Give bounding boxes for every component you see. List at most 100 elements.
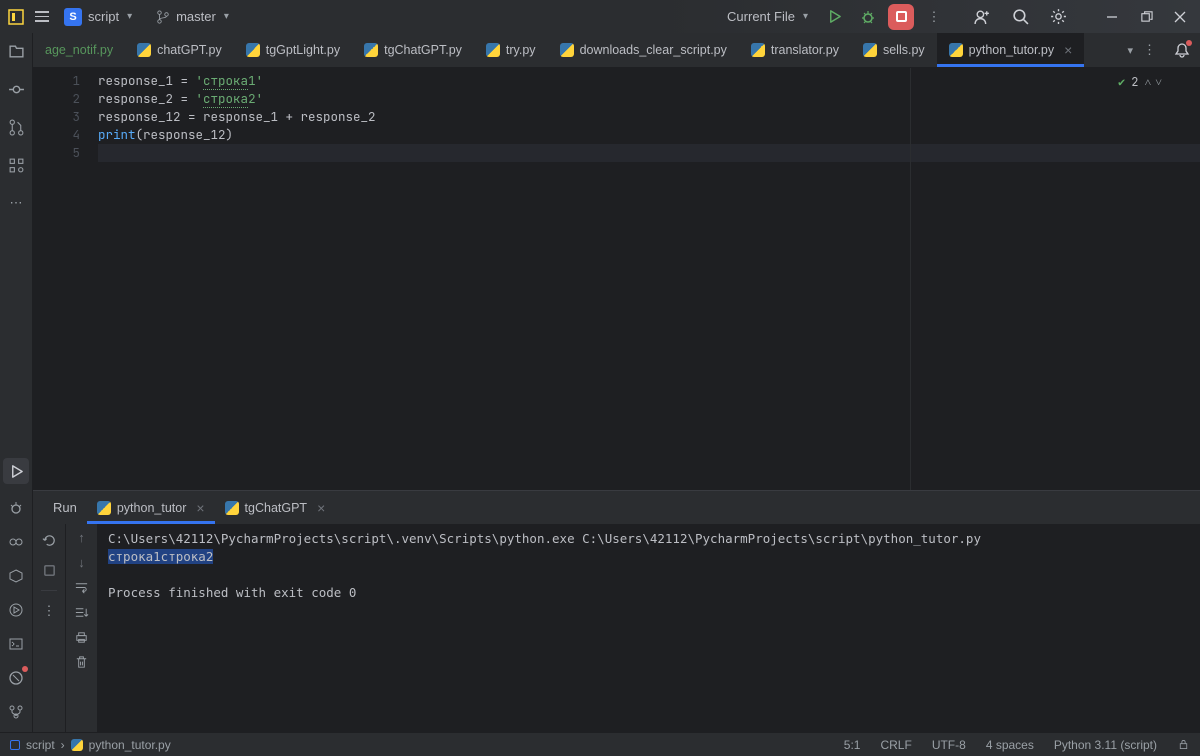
console-output[interactable]: C:\Users\42112\PycharmProjects\script\.v…: [98, 524, 1200, 732]
run-window-title: Run: [43, 491, 87, 524]
branch-name: master: [176, 9, 216, 24]
print-icon[interactable]: [74, 630, 89, 645]
run-config-selector[interactable]: Current File ▾: [721, 7, 814, 26]
code-with-me-icon[interactable]: [968, 3, 996, 31]
editor-column: age_notif.py chatGPT.py tgGptLight.py tg…: [33, 33, 1200, 732]
soft-wrap-icon[interactable]: [74, 580, 89, 595]
maximize-icon[interactable]: [1132, 3, 1160, 31]
prev-highlight-icon[interactable]: ˄: [1144, 74, 1151, 90]
python-icon: [751, 43, 765, 57]
run-toolbar-side: ↑ ↓: [66, 524, 98, 732]
python-console-icon[interactable]: [6, 566, 26, 586]
settings-icon[interactable]: [1044, 3, 1072, 31]
stop-button[interactable]: [888, 4, 914, 30]
tab-label: tgGptLight.py: [266, 43, 340, 57]
close-icon[interactable]: [1166, 3, 1194, 31]
tab-label: chatGPT.py: [157, 43, 222, 57]
main-area: ⋯ age_notif.py chatGPT.py tgGptLight.py …: [0, 33, 1200, 732]
right-margin-guide: [910, 68, 911, 490]
tab-close-icon[interactable]: ×: [317, 500, 325, 516]
code-line: response_2 = 'строка2': [98, 90, 1200, 108]
rerun-icon[interactable]: [39, 530, 59, 550]
editor-tab[interactable]: tgChatGPT.py: [352, 33, 474, 67]
commit-tool-icon[interactable]: [6, 79, 26, 99]
project-badge: S: [64, 8, 82, 26]
app-icon: [6, 7, 26, 27]
vcs-tool-icon[interactable]: [6, 702, 26, 722]
console-exit: Process finished with exit code 0: [108, 584, 1190, 602]
stop-run-icon[interactable]: [39, 560, 59, 580]
scroll-end-icon[interactable]: [74, 605, 89, 620]
line-number: 5: [33, 144, 80, 162]
project-selector[interactable]: S script ▾: [58, 6, 138, 28]
gutter: 1 2 3 4 5: [33, 68, 98, 490]
file-encoding[interactable]: UTF-8: [932, 738, 966, 752]
line-number: 3: [33, 108, 80, 126]
breadcrumb-root[interactable]: script: [26, 738, 55, 752]
next-highlight-icon[interactable]: ˅: [1155, 74, 1162, 90]
tab-label: downloads_clear_script.py: [580, 43, 727, 57]
tab-dropdown-icon[interactable]: ▾: [1127, 44, 1133, 57]
more-actions-icon[interactable]: ⋮: [920, 3, 948, 31]
editor-tab[interactable]: age_notif.py: [33, 33, 125, 67]
down-icon[interactable]: ↓: [78, 555, 85, 570]
inspection-count: 2: [1131, 74, 1138, 90]
breadcrumb-file[interactable]: python_tutor.py: [89, 738, 171, 752]
clear-icon[interactable]: [74, 655, 89, 670]
run-tool-icon[interactable]: [3, 458, 29, 484]
lock-icon[interactable]: [1177, 738, 1190, 751]
editor-tab[interactable]: sells.py: [851, 33, 937, 67]
python-icon: [71, 739, 83, 751]
run-button[interactable]: [820, 3, 848, 31]
editor-tab[interactable]: tgGptLight.py: [234, 33, 352, 67]
chevron-down-icon: ▾: [803, 11, 808, 22]
tab-close-icon[interactable]: ×: [196, 500, 204, 516]
editor-tab[interactable]: translator.py: [739, 33, 851, 67]
editor-tab[interactable]: downloads_clear_script.py: [548, 33, 739, 67]
nav-chip-icon[interactable]: [10, 740, 20, 750]
problems-tool-icon[interactable]: [6, 668, 26, 688]
cursor-position[interactable]: 5:1: [844, 738, 861, 752]
notifications-icon[interactable]: [1174, 42, 1190, 58]
main-menu-icon[interactable]: [32, 7, 52, 27]
run-tab-active[interactable]: python_tutor×: [87, 491, 215, 524]
git-branch[interactable]: master ▾: [150, 7, 235, 26]
editor-tab[interactable]: try.py: [474, 33, 548, 67]
python-icon: [137, 43, 151, 57]
tab-label: python_tutor.py: [969, 43, 1054, 57]
terminal-tool-icon[interactable]: [6, 634, 26, 654]
project-tool-icon[interactable]: [6, 41, 26, 61]
tab-label: try.py: [506, 43, 536, 57]
structure-tool-icon[interactable]: [6, 155, 26, 175]
search-icon[interactable]: [1006, 3, 1034, 31]
run-more-icon[interactable]: ⋮: [39, 601, 59, 621]
breadcrumb-sep: ›: [61, 738, 65, 752]
debug-tool-icon[interactable]: [6, 498, 26, 518]
indent-setting[interactable]: 4 spaces: [986, 738, 1034, 752]
inspection-widget[interactable]: ✔ 2 ˄˅: [1118, 74, 1162, 90]
run-tab[interactable]: tgChatGPT×: [215, 491, 336, 524]
code-content[interactable]: response_1 = 'строка1' response_2 = 'стр…: [98, 68, 1200, 490]
more-tools-icon[interactable]: ⋯: [6, 193, 26, 213]
pull-requests-icon[interactable]: [6, 117, 26, 137]
up-icon[interactable]: ↑: [78, 530, 85, 545]
python-icon: [486, 43, 500, 57]
tab-more-icon[interactable]: ⋮: [1143, 42, 1156, 58]
line-separator[interactable]: CRLF: [880, 738, 911, 752]
python-icon: [246, 43, 260, 57]
minimize-icon[interactable]: [1098, 3, 1126, 31]
run-config-label: Current File: [727, 9, 795, 24]
services-tool-icon[interactable]: [6, 600, 26, 620]
branch-icon: [156, 10, 170, 24]
editor-tab-active[interactable]: python_tutor.py ×: [937, 33, 1085, 67]
debug-button[interactable]: [854, 3, 882, 31]
tab-label: tgChatGPT.py: [384, 43, 462, 57]
tab-close-icon[interactable]: ×: [1064, 42, 1072, 58]
python-icon: [949, 43, 963, 57]
editor-tab[interactable]: chatGPT.py: [125, 33, 234, 67]
code-editor[interactable]: 1 2 3 4 5 response_1 = 'строка1' respons…: [33, 68, 1200, 490]
code-line: response_12 = response_1 + response_2: [98, 108, 1200, 126]
python-packages-icon[interactable]: [6, 532, 26, 552]
interpreter[interactable]: Python 3.11 (script): [1054, 738, 1157, 752]
code-line: print(response_12): [98, 126, 1200, 144]
